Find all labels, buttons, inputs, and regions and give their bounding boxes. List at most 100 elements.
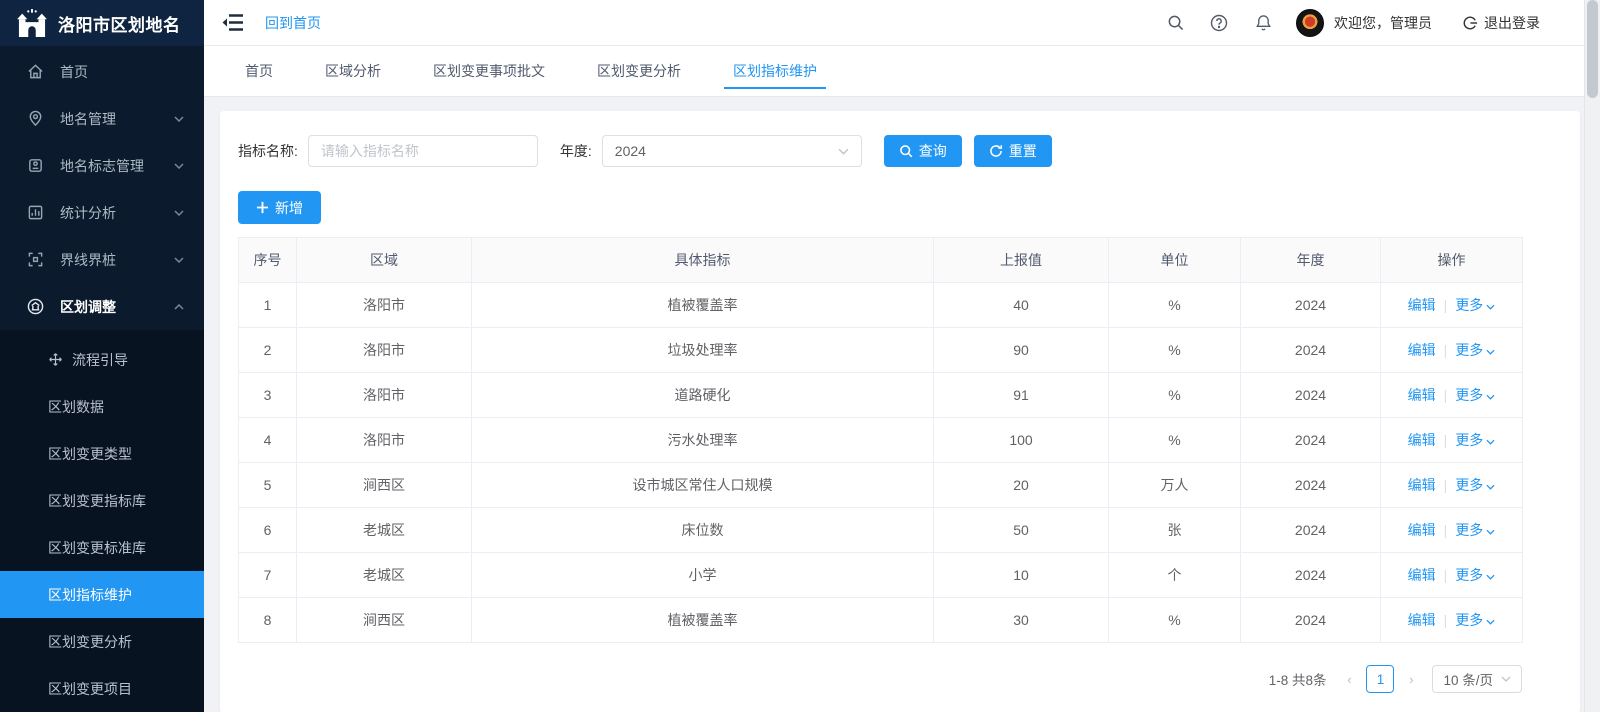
cell-no: 5 bbox=[239, 463, 297, 508]
submenu-item-label: 区划变更类型 bbox=[48, 444, 132, 464]
add-button[interactable]: 新增 bbox=[238, 191, 321, 224]
pavilion-icon bbox=[26, 298, 44, 316]
next-page-button[interactable]: › bbox=[1398, 666, 1424, 692]
chevron-down-icon bbox=[174, 257, 184, 263]
cell-no: 8 bbox=[239, 598, 297, 643]
sidebar-menu: 首页 地名管理 地名标志管理 统计分析 界线界桩 bbox=[0, 46, 204, 712]
chevron-down-icon[interactable] bbox=[1486, 394, 1495, 400]
more-link[interactable]: 更多 bbox=[1455, 342, 1483, 358]
more-link[interactable]: 更多 bbox=[1455, 567, 1483, 583]
sidebar-item-label: 统计分析 bbox=[60, 203, 174, 223]
cell-actions: 编辑|更多 bbox=[1381, 418, 1523, 463]
submenu-item-change-analysis[interactable]: 区划变更分析 bbox=[0, 618, 204, 665]
search-icon[interactable] bbox=[1158, 6, 1192, 40]
logout-icon bbox=[1462, 15, 1478, 31]
table-row: 3 洛阳市 道路硬化 91 % 2024 编辑|更多 bbox=[239, 373, 1523, 418]
submenu-item-indicator-lib[interactable]: 区划变更指标库 bbox=[0, 477, 204, 524]
tab-region-analysis[interactable]: 区域分析 bbox=[325, 46, 381, 96]
cell-unit: % bbox=[1109, 283, 1241, 328]
vertical-scrollbar[interactable] bbox=[1584, 0, 1600, 712]
submenu-item-process-guide[interactable]: 流程引导 bbox=[0, 336, 204, 383]
more-link[interactable]: 更多 bbox=[1455, 612, 1483, 628]
tab-label: 区划变更事项批文 bbox=[433, 61, 545, 81]
page-size-select[interactable]: 10 条/页 bbox=[1432, 665, 1522, 693]
submenu-item-label: 区划指标维护 bbox=[48, 585, 132, 605]
page-number-button[interactable]: 1 bbox=[1366, 665, 1394, 693]
table-row: 1 洛阳市 植被覆盖率 40 % 2024 编辑|更多 bbox=[239, 283, 1523, 328]
cell-indicator: 设市城区常住人口规模 bbox=[472, 463, 934, 508]
more-link[interactable]: 更多 bbox=[1455, 387, 1483, 403]
sidebar-item-statistics[interactable]: 统计分析 bbox=[0, 189, 204, 236]
edit-link[interactable]: 编辑 bbox=[1408, 342, 1436, 358]
edit-link[interactable]: 编辑 bbox=[1408, 297, 1436, 313]
pagination-total: 1-8 共8条 bbox=[1269, 669, 1327, 689]
cell-no: 6 bbox=[239, 508, 297, 553]
chevron-down-icon[interactable] bbox=[1486, 349, 1495, 355]
edit-link[interactable]: 编辑 bbox=[1408, 477, 1436, 493]
sidebar-item-home[interactable]: 首页 bbox=[0, 48, 204, 95]
edit-link[interactable]: 编辑 bbox=[1408, 612, 1436, 628]
action-separator: | bbox=[1444, 387, 1448, 403]
reset-button[interactable]: 重置 bbox=[974, 135, 1052, 167]
app-logo[interactable]: 洛阳市区划地名 bbox=[0, 0, 204, 46]
cell-value: 20 bbox=[934, 463, 1109, 508]
sidebar-item-placename-mgmt[interactable]: 地名管理 bbox=[0, 95, 204, 142]
chevron-down-icon[interactable] bbox=[1486, 619, 1495, 625]
action-separator: | bbox=[1444, 297, 1448, 313]
year-select[interactable]: 2024 bbox=[602, 135, 862, 167]
sidebar-item-sign-mgmt[interactable]: 地名标志管理 bbox=[0, 142, 204, 189]
chevron-down-icon[interactable] bbox=[1486, 529, 1495, 535]
sidebar-collapse-button[interactable] bbox=[222, 14, 243, 31]
year-select-value: 2024 bbox=[615, 143, 646, 159]
more-link[interactable]: 更多 bbox=[1455, 522, 1483, 538]
submenu-item-change-project[interactable]: 区划变更项目 bbox=[0, 665, 204, 712]
chevron-down-icon bbox=[174, 210, 184, 216]
app-root: 洛阳市区划地名 首页 地名管理 地名标志管理 统计分析 bbox=[0, 0, 1600, 712]
cell-region: 老城区 bbox=[297, 553, 472, 598]
chevron-down-icon[interactable] bbox=[1486, 304, 1495, 310]
chevron-down-icon[interactable] bbox=[1486, 484, 1495, 490]
tab-change-approval[interactable]: 区划变更事项批文 bbox=[433, 46, 545, 96]
cell-indicator: 植被覆盖率 bbox=[472, 283, 934, 328]
tab-indicator-maintain[interactable]: 区划指标维护 bbox=[733, 46, 817, 96]
cell-region: 洛阳市 bbox=[297, 328, 472, 373]
cell-indicator: 床位数 bbox=[472, 508, 934, 553]
submenu-item-district-data[interactable]: 区划数据 bbox=[0, 383, 204, 430]
help-icon[interactable] bbox=[1202, 6, 1236, 40]
tab-change-analysis[interactable]: 区划变更分析 bbox=[597, 46, 681, 96]
search-icon bbox=[899, 144, 913, 158]
submenu-item-standard-lib[interactable]: 区划变更标准库 bbox=[0, 524, 204, 571]
tab-home[interactable]: 首页 bbox=[245, 46, 273, 96]
edit-link[interactable]: 编辑 bbox=[1408, 387, 1436, 403]
avatar[interactable] bbox=[1296, 9, 1324, 37]
chevron-down-icon bbox=[174, 116, 184, 122]
move-arrows-icon bbox=[48, 352, 64, 368]
cell-indicator: 植被覆盖率 bbox=[472, 598, 934, 643]
chevron-up-icon bbox=[174, 304, 184, 310]
indicator-name-label: 指标名称: bbox=[238, 141, 298, 161]
search-button[interactable]: 查询 bbox=[884, 135, 962, 167]
edit-link[interactable]: 编辑 bbox=[1408, 522, 1436, 538]
cell-year: 2024 bbox=[1241, 463, 1381, 508]
edit-link[interactable]: 编辑 bbox=[1408, 567, 1436, 583]
submenu-item-change-type[interactable]: 区划变更类型 bbox=[0, 430, 204, 477]
prev-page-button[interactable]: ‹ bbox=[1336, 666, 1362, 692]
more-link[interactable]: 更多 bbox=[1455, 432, 1483, 448]
more-link[interactable]: 更多 bbox=[1455, 297, 1483, 313]
edit-link[interactable]: 编辑 bbox=[1408, 432, 1436, 448]
submenu-item-indicator-maintain[interactable]: 区划指标维护 bbox=[0, 571, 204, 618]
sidebar-item-boundary[interactable]: 界线界桩 bbox=[0, 236, 204, 283]
main-area: 回到首页 欢迎您，管理员 退出登录 首页 区域分析 区划变更事项批文 区划变更分… bbox=[204, 0, 1600, 712]
cell-value: 91 bbox=[934, 373, 1109, 418]
back-home-link[interactable]: 回到首页 bbox=[265, 13, 321, 33]
chevron-down-icon[interactable] bbox=[1486, 574, 1495, 580]
cell-indicator: 道路硬化 bbox=[472, 373, 934, 418]
chevron-down-icon[interactable] bbox=[1486, 439, 1495, 445]
more-link[interactable]: 更多 bbox=[1455, 477, 1483, 493]
scrollbar-thumb[interactable] bbox=[1587, 0, 1598, 98]
plus-icon bbox=[256, 201, 269, 214]
notification-bell-icon[interactable] bbox=[1246, 6, 1280, 40]
sidebar-item-district-adjust[interactable]: 区划调整 bbox=[0, 283, 204, 330]
logout-button[interactable]: 退出登录 bbox=[1462, 13, 1540, 33]
indicator-name-input[interactable] bbox=[308, 135, 538, 167]
